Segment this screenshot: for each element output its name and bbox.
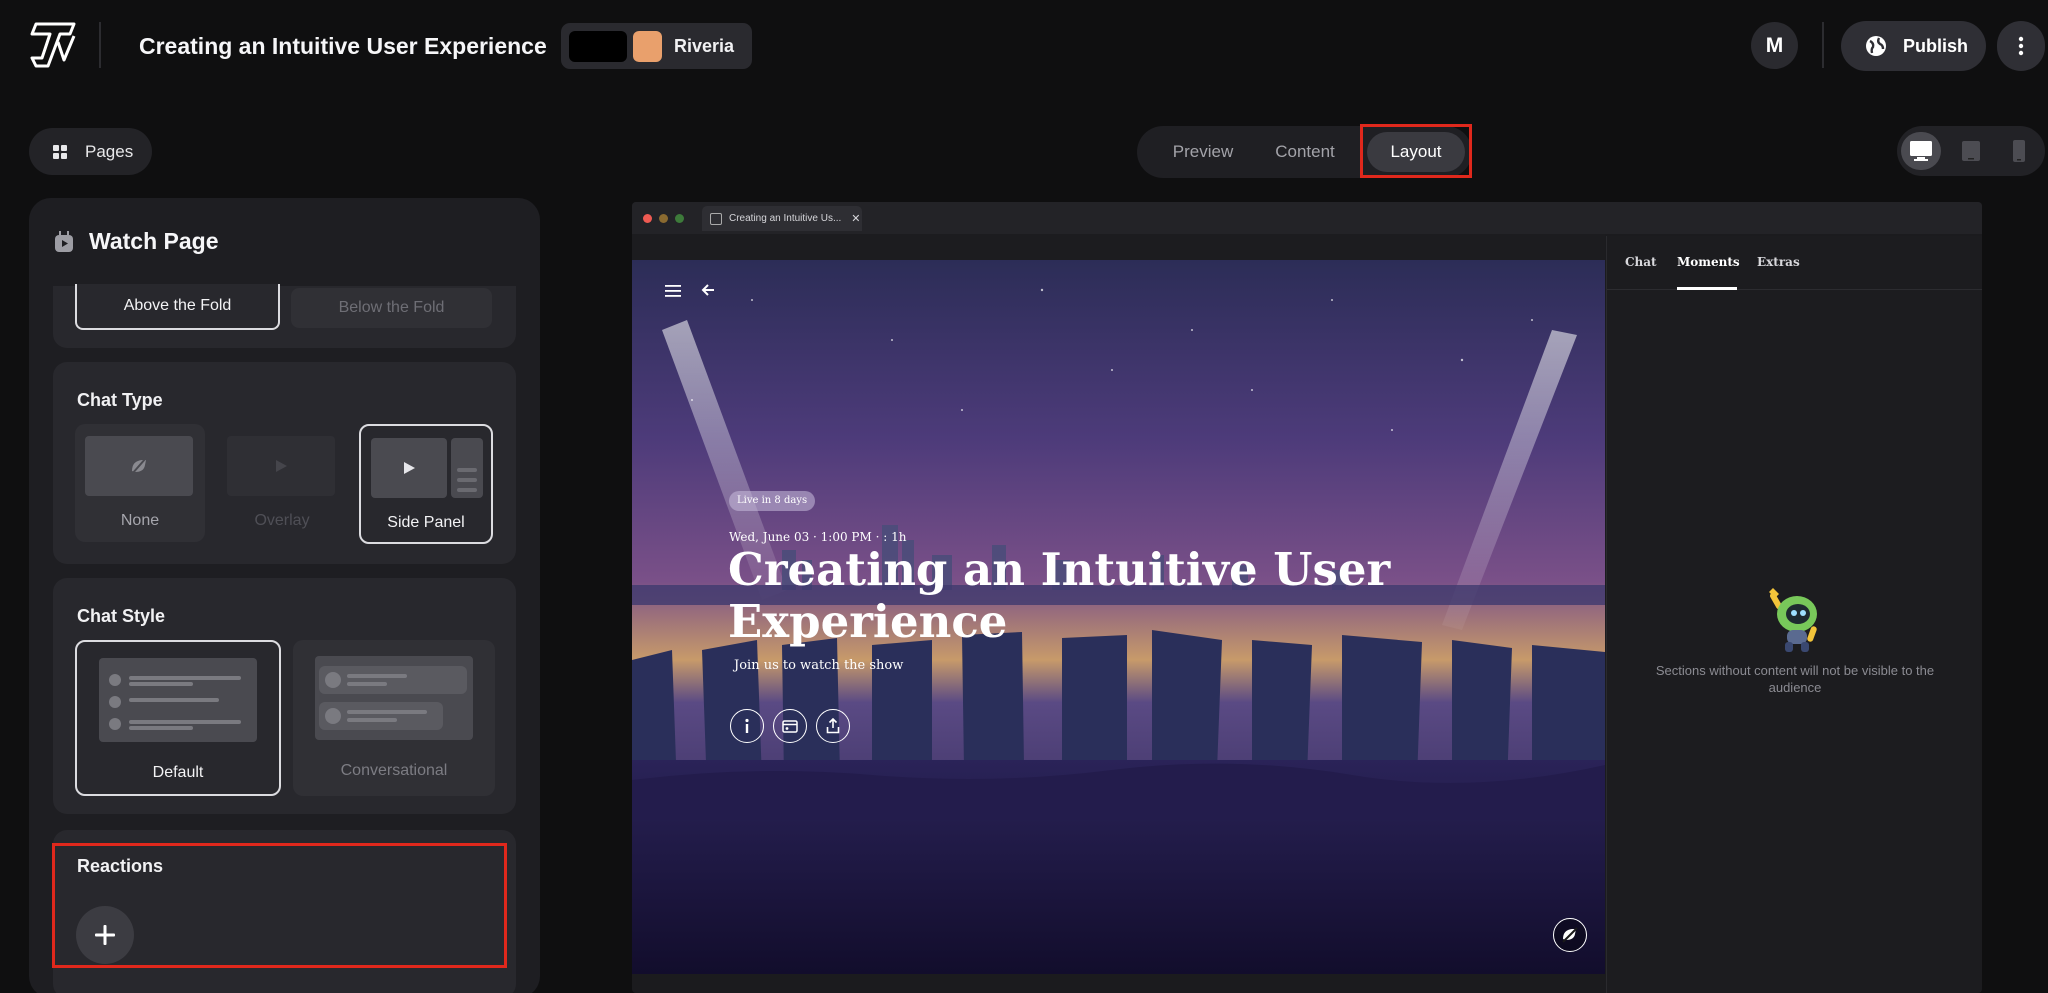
app-logo-icon[interactable] [28, 20, 80, 72]
top-bar: Creating an Intuitive User Experience Ri… [0, 0, 2048, 92]
panel-header: Watch Page [53, 228, 219, 255]
browser-tab[interactable]: Creating an Intuitive Us... ✕ [702, 206, 862, 231]
page-preview: Creating an Intuitive Us... ✕ Live in 8 … [632, 202, 1982, 993]
mobile-view-button[interactable] [1999, 132, 2039, 170]
watch-page-icon [55, 230, 73, 252]
chat-style-default-option[interactable]: Default [75, 640, 281, 796]
empty-state-message: Sections without content will not be vis… [1655, 663, 1935, 695]
publish-button[interactable]: Publish [1841, 21, 1986, 71]
hero-stage: Live in 8 days Wed, June 03 · 1:00 PM · … [632, 260, 1605, 974]
browser-bar: Creating an Intuitive Us... ✕ [632, 202, 1982, 234]
share-icon [826, 718, 840, 734]
tablet-view-button[interactable] [1951, 132, 1991, 170]
divider [99, 22, 101, 68]
calendar-icon [782, 720, 798, 733]
globe-icon [1866, 36, 1886, 56]
favicon-icon [710, 212, 722, 225]
tab-preview[interactable]: Preview [1159, 132, 1247, 172]
stage-footer [632, 974, 1605, 993]
reactions-highlight [52, 843, 507, 968]
theme-swatch-accent [633, 30, 662, 62]
chat-off-icon [1562, 927, 1578, 943]
chat-type-overlay-option[interactable]: Overlay [217, 424, 347, 542]
layout-tab-highlight [1360, 124, 1472, 178]
maximize-dot [675, 214, 684, 223]
calendar-button[interactable] [773, 709, 807, 743]
chat-type-none-label: None [120, 512, 160, 529]
play-icon [276, 460, 287, 472]
side-tab-chat[interactable]: Chat [1625, 255, 1657, 269]
chat-style-conversational-thumb [315, 656, 473, 740]
divider [1822, 22, 1824, 68]
info-button[interactable] [730, 709, 764, 743]
chat-type-card: Chat Type None Overlay Side Panel [53, 362, 516, 564]
minimize-dot [659, 214, 668, 223]
publish-label: Publish [1903, 35, 1969, 56]
theme-swatch-primary [569, 30, 627, 62]
more-options-button[interactable] [1997, 21, 2045, 71]
browser-tab-title: Creating an Intuitive Us... [729, 213, 842, 224]
info-icon [745, 718, 749, 733]
theme-name: Riveria [674, 35, 735, 56]
hero-subtitle: Join us to watch the show [734, 658, 904, 673]
panel-title: Watch Page [89, 228, 219, 254]
side-panel-tabs: Chat Moments Extras [1607, 236, 1982, 290]
browser-toolbar [632, 234, 1605, 260]
close-dot [643, 214, 652, 223]
chat-style-title: Chat Style [77, 606, 166, 626]
chat-type-none-thumb [85, 436, 193, 496]
side-tab-moments[interactable]: Moments [1677, 255, 1740, 269]
hide-chat-button[interactable] [1553, 918, 1587, 952]
chat-type-overlay-thumb [227, 436, 335, 496]
event-title[interactable]: Creating an Intuitive User Experience [139, 33, 547, 60]
back-arrow-icon[interactable] [700, 282, 716, 298]
desktop-view-button[interactable] [1901, 132, 1941, 170]
side-panel-video-thumb [371, 438, 447, 498]
theme-selector[interactable]: Riveria [561, 23, 752, 69]
chat-style-card: Chat Style Default Conversational [53, 578, 516, 814]
robot-mascot-icon [1769, 588, 1817, 652]
chat-style-default-thumb [99, 658, 257, 742]
chat-type-side-panel-option[interactable]: Side Panel [359, 424, 493, 544]
tab-content[interactable]: Content [1261, 132, 1349, 172]
side-panel-chat-thumb [451, 438, 483, 498]
chat-style-default-label: Default [152, 764, 204, 781]
pages-button[interactable]: Pages [29, 128, 152, 175]
chat-type-side-panel-label: Side Panel [387, 514, 465, 531]
hero-overlay: Live in 8 days Wed, June 03 · 1:00 PM · … [632, 260, 1605, 974]
preview-side-panel: Chat Moments Extras Sections without con… [1606, 236, 1982, 993]
live-badge: Live in 8 days [729, 491, 816, 511]
chat-type-none-option[interactable]: None [75, 424, 205, 542]
side-tab-extras[interactable]: Extras [1757, 255, 1800, 269]
share-button[interactable] [816, 709, 850, 743]
event-date-line: Wed, June 03 · 1:00 PM · : 1h [729, 530, 907, 544]
above-the-fold-option[interactable]: Above the Fold [75, 284, 280, 330]
chat-style-conversational-option[interactable]: Conversational [293, 640, 495, 796]
active-tab-underline [1677, 287, 1737, 290]
below-the-fold-option[interactable]: Below the Fold [291, 288, 492, 328]
desktop-icon [1910, 141, 1932, 161]
play-icon [404, 462, 415, 474]
chat-style-conversational-label: Conversational [340, 762, 448, 779]
grid-icon [53, 144, 67, 159]
chat-type-title: Chat Type [77, 390, 163, 410]
hamburger-menu-icon[interactable] [665, 284, 681, 298]
more-vertical-icon [2018, 36, 2024, 56]
hero-title: Creating an Intuitive User Experience [728, 543, 1391, 648]
fold-card: Above the Fold Below the Fold [53, 284, 516, 348]
close-tab-icon[interactable]: ✕ [851, 212, 860, 225]
user-avatar[interactable]: M [1751, 22, 1798, 69]
tablet-icon [1962, 141, 1980, 161]
chat-type-overlay-label: Overlay [254, 512, 310, 529]
device-switcher [1897, 126, 2045, 176]
mobile-icon [2013, 140, 2025, 162]
chat-off-icon [131, 457, 147, 475]
pages-label: Pages [85, 141, 134, 161]
